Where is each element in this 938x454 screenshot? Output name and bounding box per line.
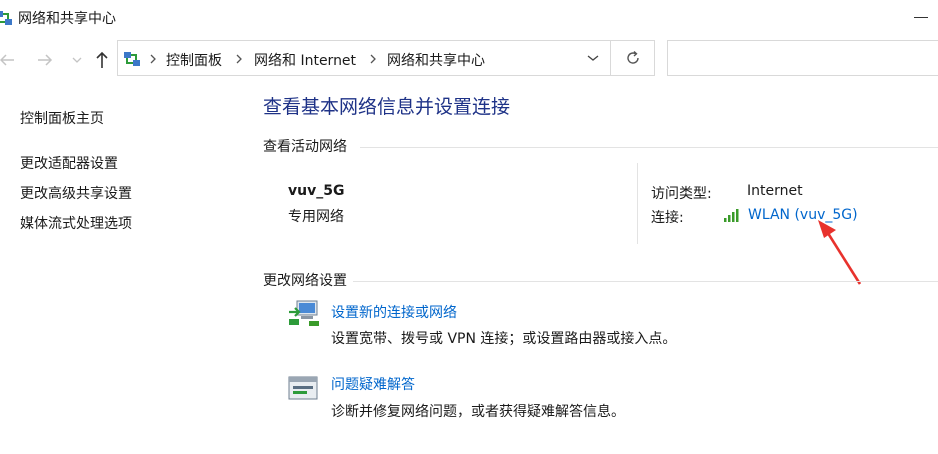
up-arrow-icon (96, 51, 108, 68)
setup-new-connection-description: 设置宽带、拨号或 VPN 连接；或设置路由器或接入点。 (331, 331, 677, 347)
vertical-divider (637, 163, 638, 244)
back-arrow-icon (0, 54, 14, 66)
sidebar-item-change-adapter-settings[interactable]: 更改适配器设置 (20, 153, 118, 173)
breadcrumb-separator-icon (234, 52, 244, 66)
sidebar-item-media-streaming-options[interactable]: 媒体流式处理选项 (20, 213, 132, 233)
sidebar-item-advanced-sharing-settings[interactable]: 更改高级共享设置 (20, 183, 132, 203)
connection-label: 连接: (651, 210, 684, 226)
address-bar[interactable]: 控制面板 网络和 Internet 网络和共享中心 (117, 40, 611, 76)
active-networks-heading: 查看活动网络 (263, 139, 347, 155)
forward-button[interactable] (34, 48, 56, 72)
address-history-dropdown[interactable] (578, 41, 608, 75)
chevron-down-icon (587, 55, 599, 61)
network-category: 专用网络 (288, 209, 344, 225)
refresh-button[interactable] (611, 40, 655, 76)
network-center-icon (122, 49, 142, 69)
wifi-signal-icon (724, 208, 742, 222)
up-button[interactable] (92, 48, 112, 72)
access-type-value: Internet (747, 183, 803, 199)
breadcrumb-network-internet[interactable]: 网络和 Internet (254, 50, 356, 70)
section-divider (353, 281, 938, 282)
forward-arrow-icon (38, 54, 53, 66)
title-bar: 网络和共享中心 (0, 0, 938, 36)
search-input[interactable] (667, 40, 938, 76)
sidebar-item-control-panel-home[interactable]: 控制面板主页 (20, 108, 104, 128)
network-center-icon (0, 8, 14, 28)
troubleshoot-problems-description: 诊断并修复网络问题，或者获得疑难解答信息。 (331, 404, 625, 420)
change-network-settings-heading: 更改网络设置 (263, 273, 347, 289)
setup-new-connection-link[interactable]: 设置新的连接或网络 (331, 302, 457, 322)
network-name: vuv_5G (288, 183, 345, 199)
page-title: 查看基本网络信息并设置连接 (263, 96, 511, 118)
troubleshoot-icon (287, 375, 321, 405)
breadcrumb-separator-icon (368, 52, 378, 66)
network-setup-icon (287, 298, 321, 328)
refresh-icon (626, 50, 639, 64)
access-type-label: 访问类型: (651, 186, 712, 202)
breadcrumb-control-panel[interactable]: 控制面板 (166, 50, 222, 70)
annotation-arrow-icon (818, 220, 862, 285)
breadcrumb-network-sharing-center[interactable]: 网络和共享中心 (387, 50, 485, 70)
section-divider (360, 147, 938, 148)
breadcrumb-separator-icon (148, 52, 158, 66)
troubleshoot-problems-link[interactable]: 问题疑难解答 (331, 374, 415, 394)
window-title: 网络和共享中心 (18, 11, 116, 27)
recent-locations-dropdown[interactable] (70, 48, 84, 72)
chevron-down-icon (72, 57, 82, 63)
back-button[interactable] (0, 48, 18, 72)
minimize-button[interactable] (906, 10, 936, 26)
